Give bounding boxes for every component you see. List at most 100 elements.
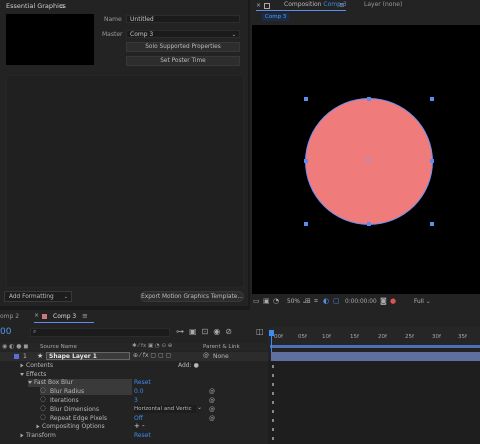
blur-dimensions-value: Horizontal and Vertic	[134, 406, 192, 412]
work-area-bar[interactable]	[270, 345, 480, 348]
timecode-display[interactable]: 00	[0, 327, 11, 337]
transform-handle-bc[interactable]	[367, 222, 371, 226]
panel-menu-icon[interactable]: ≡	[339, 1, 345, 9]
expression-pickwhip-icon[interactable]: @	[209, 406, 215, 413]
fast-box-blur-reset[interactable]: Reset	[134, 379, 151, 386]
tab-comp-3[interactable]: Comp 3	[53, 313, 76, 320]
ruler-tick-1: 05f	[298, 334, 307, 340]
transform-handle-bl[interactable]	[304, 222, 308, 226]
name-field[interactable]: Untitled	[126, 15, 240, 23]
add-menu[interactable]: Add: ●	[178, 362, 199, 369]
set-poster-time-button[interactable]: Set Poster Time	[126, 56, 240, 66]
transform-handle-mr[interactable]	[430, 159, 434, 163]
master-select[interactable]: Comp 3 ⌄	[126, 30, 240, 38]
mask-icon[interactable]: ◐	[323, 297, 329, 305]
iterations-label: Iterations	[50, 397, 79, 404]
comp-color-icon	[42, 314, 47, 319]
chevron-down-icon: ⌄	[63, 294, 68, 300]
tab-comp-2[interactable]: omp 2	[0, 313, 19, 320]
stopwatch-icon[interactable]: ◌	[40, 395, 46, 403]
monitor-icon[interactable]: ▭	[253, 297, 260, 305]
blur-radius-value[interactable]: 0.0	[134, 388, 144, 395]
tab-layer[interactable]: Layer (none)	[364, 1, 402, 8]
repeat-edge-pixels-value[interactable]: Off	[134, 415, 143, 422]
tab-composition[interactable]: Composition Comp 3	[284, 1, 347, 8]
current-time[interactable]: 0:00:00:00	[345, 299, 377, 305]
master-select-value: Comp 3	[130, 31, 154, 38]
expression-pickwhip-icon[interactable]: @	[209, 388, 215, 395]
ruler-tick-6: 30f	[432, 334, 441, 340]
twirl-icon	[20, 373, 24, 376]
iterations-value[interactable]: 3	[134, 397, 138, 404]
transparency-icon[interactable]: ▢	[333, 297, 340, 305]
transform-reset[interactable]: Reset	[134, 432, 151, 439]
export-motion-graphics-template-button[interactable]: Export Motion Graphics Template...	[140, 291, 244, 302]
search-input[interactable]: ⌕	[30, 328, 170, 337]
twirl-icon	[28, 381, 32, 384]
stopwatch-icon[interactable]: ◌	[40, 404, 46, 412]
poster-thumbnail	[6, 14, 94, 65]
add-icon: ●	[193, 362, 199, 369]
quality-select[interactable]: Full ⌄	[414, 299, 431, 305]
repeat-edge-pixels-label: Repeat Edge Pixels	[50, 415, 108, 422]
contents-label: Contents	[26, 362, 53, 369]
render-icon[interactable]: ◔	[273, 297, 279, 305]
ruler-tick-3: 15f	[350, 334, 359, 340]
camera-icon[interactable]: ◙	[380, 297, 387, 305]
transform-handle-br[interactable]	[430, 222, 434, 226]
anchor-point-icon[interactable]: ◇	[365, 155, 372, 165]
fast-box-blur-label: Fast Box Blur	[34, 379, 74, 386]
zoom-level[interactable]: 50% ⌄	[287, 299, 307, 305]
solo-supported-properties-button[interactable]: Solo Supported Properties	[126, 42, 240, 52]
compositing-add-remove[interactable]: + -	[134, 422, 145, 430]
comp-navigator-chip[interactable]: Comp 3	[262, 13, 290, 21]
add-formatting-label: Add Formatting	[9, 294, 54, 300]
color-icon[interactable]: ●	[390, 297, 396, 305]
layer-name[interactable]: Shape Layer 1	[46, 352, 130, 360]
chevron-down-icon: ⌄	[231, 32, 236, 38]
transform-handle-tl[interactable]	[304, 97, 308, 101]
add-formatting-select[interactable]: Add Formatting ⌄	[4, 291, 72, 302]
add-label: Add:	[178, 362, 192, 369]
close-icon[interactable]: ×	[34, 312, 39, 319]
search-icon: ⌕	[33, 328, 37, 335]
star-icon: ★	[37, 352, 44, 360]
graph-editor-icon[interactable]: ◫	[256, 327, 264, 336]
grid-icon[interactable]: ⊞	[305, 297, 311, 305]
layer-number: 1	[23, 353, 27, 360]
stopwatch-icon[interactable]: ◌	[40, 386, 46, 394]
expression-pickwhip-icon[interactable]: @	[209, 415, 215, 422]
keyframe-navigator	[272, 365, 274, 441]
transform-handle-tr[interactable]	[430, 97, 434, 101]
essential-graphics-title[interactable]: Essential Graphics	[6, 0, 66, 12]
compositing-options-group[interactable]: Compositing Options	[36, 423, 105, 430]
panel-menu-icon[interactable]: ≡	[82, 312, 88, 320]
column-source-name[interactable]: Source Name	[40, 344, 77, 350]
layer-label-color[interactable]	[14, 354, 19, 359]
transform-handle-ml[interactable]	[304, 159, 308, 163]
stopwatch-icon[interactable]: ◌	[40, 413, 46, 421]
parent-select[interactable]: None	[213, 353, 263, 360]
column-parent[interactable]: Parent & Link	[203, 344, 240, 350]
fast-box-blur-effect[interactable]: Fast Box Blur	[28, 379, 73, 386]
ruler-tick-2: 10f	[322, 334, 331, 340]
blur-dimensions-select[interactable]: Horizontal and Vertic	[134, 405, 196, 413]
lock-icon[interactable]	[264, 3, 270, 9]
parent-pickwhip-icon[interactable]: @	[203, 352, 209, 359]
chevron-down-icon: ⌄	[197, 404, 203, 411]
contents-group[interactable]: Contents	[20, 362, 53, 369]
expression-pickwhip-icon[interactable]: @	[209, 397, 215, 404]
ruler-tick-0: 00f	[274, 334, 283, 340]
layer-duration-bar[interactable]	[271, 352, 480, 361]
switches-icons: ✱ ⁄ fx ▣ ◔ ⊙ ⊕	[132, 343, 173, 349]
effects-group[interactable]: Effects	[20, 371, 46, 378]
region-icon[interactable]: ▣	[263, 297, 270, 305]
transform-handle-tc[interactable]	[367, 97, 371, 101]
transform-group[interactable]: Transform	[20, 432, 56, 439]
panel-menu-icon[interactable]: ≡	[59, 2, 65, 10]
blur-dimensions-label: Blur Dimensions	[50, 406, 99, 413]
guides-icon[interactable]: ⌗	[314, 297, 318, 306]
layer-switches[interactable]: ⊕ ⁄ fx ▢ ▢ ▢	[133, 352, 171, 359]
timeline-toolbar-icons[interactable]: ⊶▣⊡◉⊘	[176, 327, 237, 336]
close-icon[interactable]: ×	[256, 2, 261, 9]
